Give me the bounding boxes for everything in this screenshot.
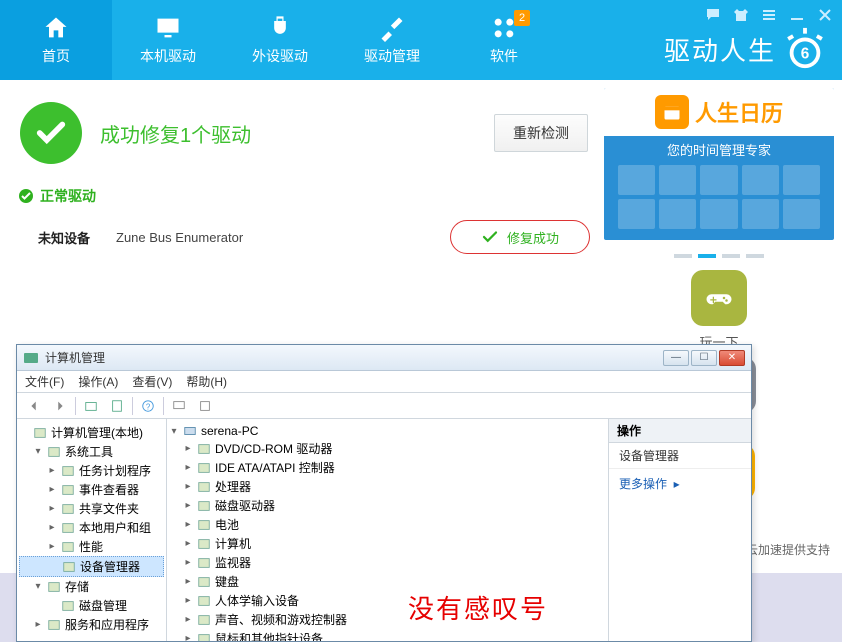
carousel-dots[interactable]: [604, 248, 834, 260]
monitor-icon: [154, 14, 182, 42]
tab-label: 首页: [42, 46, 70, 66]
success-banner: 成功修复1个驱动 重新检测: [16, 94, 592, 182]
normal-driver-heading: 正常驱动: [18, 186, 592, 206]
promo-banner[interactable]: 人生日历 您的时间管理专家: [604, 88, 834, 240]
success-message: 成功修复1个驱动: [100, 119, 476, 148]
promo-thumbnails: [604, 165, 834, 229]
mmc-minimize-button[interactable]: —: [663, 350, 689, 366]
tool-help[interactable]: ?: [137, 396, 159, 416]
tree-item[interactable]: ▸性能: [19, 537, 164, 556]
actions-context: 设备管理器: [609, 443, 751, 469]
notification-badge: 2: [514, 10, 530, 26]
promo-subtitle: 您的时间管理专家: [604, 136, 834, 165]
close-icon[interactable]: [816, 6, 834, 24]
mmc-close-button[interactable]: ✕: [719, 350, 745, 366]
brand: 驱动人生 6: [664, 26, 828, 72]
tree-item[interactable]: ▸本地用户和组: [19, 518, 164, 537]
tree-root[interactable]: ▾ serena-PC: [169, 423, 606, 439]
device-category-item[interactable]: ▸磁盘驱动器: [169, 496, 606, 515]
tree-item[interactable]: ▸服务和应用程序: [19, 615, 164, 634]
svg-text:?: ?: [146, 402, 151, 411]
feedback-icon[interactable]: [704, 6, 722, 24]
mmc-title-text: 计算机管理: [45, 349, 657, 366]
app-header: 首页 本机驱动 外设驱动 驱动管理 软件 2 驱动人生 6: [0, 0, 842, 80]
device-category-item[interactable]: ▸计算机: [169, 534, 606, 553]
mmc-toolbar: ?: [17, 393, 751, 419]
tree-item[interactable]: 设备管理器: [19, 556, 164, 577]
tab-label: 本机驱动: [140, 46, 196, 66]
tree-item[interactable]: ▾系统工具: [19, 442, 164, 461]
menu-file[interactable]: 文件(F): [25, 373, 64, 390]
tree-item[interactable]: 计算机管理(本地): [19, 423, 164, 442]
tree-item[interactable]: ▸任务计划程序: [19, 461, 164, 480]
actions-more[interactable]: 更多操作 ▸: [609, 469, 751, 498]
mmc-maximize-button[interactable]: ☐: [691, 350, 717, 366]
tool-refresh[interactable]: [194, 396, 216, 416]
main-panel: 成功修复1个驱动 重新检测 正常驱动 未知设备 Zune Bus Enumera…: [0, 80, 604, 573]
tab-local-drivers[interactable]: 本机驱动: [112, 0, 224, 80]
tools-icon: [378, 14, 406, 42]
tool-forward[interactable]: [49, 396, 71, 416]
normal-driver-title: 正常驱动: [40, 186, 96, 206]
computer-management-window: 计算机管理 — ☐ ✕ 文件(F) 操作(A) 查看(V) 帮助(H): [16, 344, 752, 642]
mmc-titlebar[interactable]: 计算机管理 — ☐ ✕: [17, 345, 751, 371]
tree-item[interactable]: ▸事件查看器: [19, 480, 164, 499]
mmc-menubar: 文件(F) 操作(A) 查看(V) 帮助(H): [17, 371, 751, 393]
home-icon: [42, 14, 70, 42]
tab-peripheral-drivers[interactable]: 外设驱动: [224, 0, 336, 80]
tile-play[interactable]: 玩一下: [691, 270, 747, 351]
device-category-item[interactable]: ▸鼠标和其他指针设备: [169, 629, 606, 641]
device-category-item[interactable]: ▸处理器: [169, 477, 606, 496]
brand-logo-icon: 6: [782, 26, 828, 72]
device-row: 未知设备 Zune Bus Enumerator 修复成功: [16, 216, 592, 268]
fix-status-label: 修复成功: [507, 228, 559, 247]
gamepad-icon: [704, 283, 734, 313]
minimize-icon[interactable]: [788, 6, 806, 24]
actions-header: 操作: [609, 419, 751, 443]
tab-software[interactable]: 软件 2: [448, 0, 560, 80]
svg-text:6: 6: [801, 46, 810, 63]
success-check-icon: [20, 102, 82, 164]
device-category-item[interactable]: ▸DVD/CD-ROM 驱动器: [169, 439, 606, 458]
tree-item[interactable]: 磁盘管理: [19, 596, 164, 615]
mmc-left-tree[interactable]: 计算机管理(本地)▾系统工具▸任务计划程序▸事件查看器▸共享文件夹▸本地用户和组…: [17, 419, 167, 641]
mmc-actions-panel: 操作 设备管理器 更多操作 ▸: [609, 419, 751, 641]
header-tabs: 首页 本机驱动 外设驱动 驱动管理 软件 2: [0, 0, 560, 80]
tab-label: 驱动管理: [364, 46, 420, 66]
promo-title: 人生日历: [695, 96, 783, 128]
usb-plug-icon: [266, 14, 294, 42]
menu-icon[interactable]: [760, 6, 778, 24]
tool-scan[interactable]: [168, 396, 190, 416]
device-category-item[interactable]: ▸IDE ATA/ATAPI 控制器: [169, 458, 606, 477]
device-category-item[interactable]: ▸电池: [169, 515, 606, 534]
menu-view[interactable]: 查看(V): [132, 373, 172, 390]
tab-driver-manage[interactable]: 驱动管理: [336, 0, 448, 80]
tab-label: 软件: [490, 46, 518, 66]
rescan-button[interactable]: 重新检测: [494, 114, 588, 152]
device-category: 未知设备: [38, 228, 90, 247]
tree-item[interactable]: ▸共享文件夹: [19, 499, 164, 518]
tree-root-label: serena-PC: [201, 424, 258, 438]
check-icon: [481, 228, 499, 246]
mmc-app-icon: [23, 350, 39, 366]
tab-label: 外设驱动: [252, 46, 308, 66]
device-category-item[interactable]: ▸监视器: [169, 553, 606, 572]
skin-icon[interactable]: [732, 6, 750, 24]
check-circle-icon: [18, 188, 34, 204]
device-name: Zune Bus Enumerator: [116, 230, 424, 245]
tree-item[interactable]: ▾存储: [19, 577, 164, 596]
tool-properties[interactable]: [106, 396, 128, 416]
calendar-icon: [655, 95, 689, 129]
annotation-text: 没有感叹号: [408, 589, 548, 626]
menu-help[interactable]: 帮助(H): [186, 373, 227, 390]
tool-up[interactable]: [80, 396, 102, 416]
brand-text: 驱动人生: [664, 31, 776, 68]
fix-status-badge: 修复成功: [450, 220, 590, 254]
tab-home[interactable]: 首页: [0, 0, 112, 80]
mmc-mid-panel[interactable]: ▾ serena-PC ▸DVD/CD-ROM 驱动器▸IDE ATA/ATAP…: [167, 419, 609, 641]
menu-action[interactable]: 操作(A): [78, 373, 118, 390]
window-controls: [704, 6, 834, 24]
tool-back[interactable]: [23, 396, 45, 416]
